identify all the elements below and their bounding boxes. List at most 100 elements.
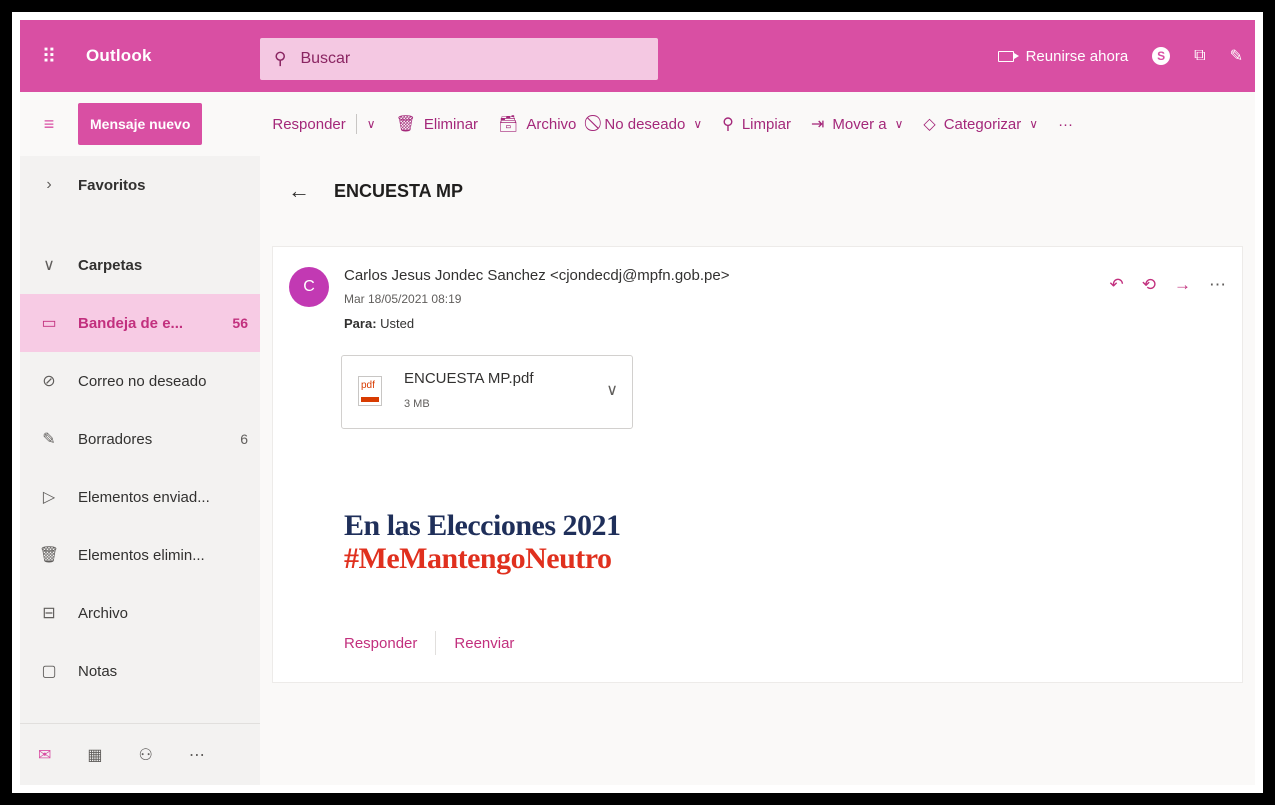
to-do-icon[interactable]: ✎ bbox=[1230, 46, 1243, 66]
reply-command[interactable]: Responder ∨ bbox=[272, 114, 376, 134]
app-launcher-icon[interactable]: ⠿ bbox=[20, 20, 78, 92]
sidebar-item-label: Borradores bbox=[78, 430, 153, 448]
to-label: Para: bbox=[344, 316, 377, 331]
sidebar-item-notes[interactable]: ▢ Notas bbox=[20, 642, 260, 700]
sidebar-item-sent[interactable]: ▷ Elementos enviad... bbox=[20, 468, 260, 526]
broom-icon: ⚲ bbox=[722, 116, 734, 133]
send-icon: ▷ bbox=[42, 489, 56, 506]
search-icon: ⚲ bbox=[274, 49, 287, 68]
avatar[interactable]: C bbox=[289, 267, 329, 307]
forward-icon[interactable]: → bbox=[1174, 275, 1191, 295]
sweep-command[interactable]: ⚲ Limpiar bbox=[722, 114, 791, 134]
subject-bar: ← ENCUESTA MP bbox=[260, 156, 1255, 226]
move-to-command[interactable]: ⇥ Mover a ∨ bbox=[811, 114, 903, 134]
message-subject: ENCUESTA MP bbox=[334, 180, 464, 201]
chevron-down-icon: ∨ bbox=[43, 257, 55, 274]
attachment-size: 3 MB bbox=[404, 398, 430, 410]
search-box[interactable]: ⚲ Buscar bbox=[260, 38, 658, 80]
delete-command[interactable]: 🗑 Eliminar bbox=[396, 114, 479, 134]
meet-now-button[interactable]: Reunirse ahora bbox=[997, 47, 1129, 65]
module-switcher: ✉ ▦ ⚇ ⋯ bbox=[20, 723, 260, 785]
sidebar-item-label: Archivo bbox=[78, 604, 129, 622]
top-bar: ⠿ Outlook ⚲ Buscar Reunirse ahora S ⧉ ✎ bbox=[20, 20, 1255, 92]
chevron-right-icon: › bbox=[46, 176, 52, 193]
message-date: Mar 18/05/2021 08:19 bbox=[344, 292, 462, 306]
reading-pane: ← ENCUESTA MP C Carlos Jesus Jondec Sanc… bbox=[260, 156, 1255, 785]
divider bbox=[435, 631, 437, 655]
mail-icon[interactable]: ✉ bbox=[38, 745, 51, 765]
people-icon[interactable]: ⚇ bbox=[139, 745, 153, 765]
pencil-icon: ✎ bbox=[42, 431, 56, 448]
window-frame: ⠿ Outlook ⚲ Buscar Reunirse ahora S ⧉ ✎ … bbox=[9, 9, 1266, 796]
favorites-label: Favoritos bbox=[78, 176, 146, 194]
sidebar-item-archive[interactable]: ⊟ Archivo bbox=[20, 584, 260, 642]
more-apps-icon[interactable]: ⋯ bbox=[189, 745, 205, 765]
attachment-name: ENCUESTA MP.pdf bbox=[404, 370, 534, 387]
favorites-header[interactable]: › Favoritos bbox=[20, 156, 260, 214]
banner-line-2: #MeMantengoNeutro bbox=[344, 542, 612, 575]
sidebar-item-junk[interactable]: ⊘ Correo no deseado bbox=[20, 352, 260, 410]
hamburger-menu-icon[interactable]: ≡ bbox=[20, 114, 78, 135]
sender-name[interactable]: Carlos Jesus Jondec Sanchez <cjondecdj@m… bbox=[344, 267, 729, 284]
sidebar-item-drafts[interactable]: ✎ Borradores 6 bbox=[20, 410, 260, 468]
chevron-down-icon[interactable]: ∨ bbox=[367, 117, 376, 131]
more-actions-icon[interactable]: ⋯ bbox=[1209, 275, 1226, 295]
delete-label: Eliminar bbox=[423, 115, 479, 133]
banner-line-1: En las Elecciones 2021 bbox=[344, 509, 621, 542]
recipient-line: Para: Usted bbox=[344, 316, 414, 331]
folders-header[interactable]: ∨ Carpetas bbox=[20, 236, 260, 294]
office-icon[interactable]: ⧉ bbox=[1194, 47, 1205, 65]
archive-icon: 🗃 bbox=[498, 116, 519, 133]
message-actions: ↶ ⟲ → ⋯ bbox=[1110, 275, 1227, 295]
note-icon: ▢ bbox=[41, 663, 57, 680]
inbox-icon: ▭ bbox=[41, 315, 57, 332]
to-value: Usted bbox=[380, 316, 415, 331]
sidebar-item-inbox[interactable]: ▭ Bandeja de e... 56 bbox=[20, 294, 260, 352]
draft-count: 6 bbox=[240, 431, 248, 447]
sidebar-item-label: Bandeja de e... bbox=[78, 314, 184, 332]
chevron-down-icon: ∨ bbox=[693, 117, 703, 131]
calendar-icon[interactable]: ▦ bbox=[87, 745, 102, 765]
sidebar-item-label: Notas bbox=[78, 662, 118, 680]
outlook-app: ⠿ Outlook ⚲ Buscar Reunirse ahora S ⧉ ✎ … bbox=[20, 20, 1255, 785]
video-camera-icon bbox=[997, 50, 1019, 62]
archive-icon: ⊟ bbox=[42, 605, 56, 622]
reply-command-label: Responder bbox=[272, 115, 346, 133]
back-arrow-icon[interactable]: ← bbox=[288, 178, 310, 204]
archive-label: Archivo bbox=[526, 115, 577, 133]
separator bbox=[355, 114, 357, 134]
attachment-card[interactable]: pdf ENCUESTA MP.pdf 3 MB ∨ bbox=[341, 355, 633, 429]
sidebar-item-deleted[interactable]: 🗑 Elementos elimin... bbox=[20, 526, 260, 584]
folder-pane: › Favoritos ∨ Carpetas ▭ Bandeja de e...… bbox=[20, 156, 260, 785]
archive-command[interactable]: 🗃 Archivo bbox=[498, 114, 576, 134]
message-body-banner: En las Elecciones 2021 #MeMantengoNeutro bbox=[344, 509, 621, 575]
new-message-button[interactable]: Mensaje nuevo bbox=[78, 103, 203, 145]
meet-now-label: Reunirse ahora bbox=[1025, 47, 1129, 65]
sidebar-item-label: Correo no deseado bbox=[78, 372, 207, 390]
chevron-down-icon[interactable]: ∨ bbox=[606, 380, 618, 400]
reply-link[interactable]: Responder bbox=[344, 635, 417, 652]
message-card: C Carlos Jesus Jondec Sanchez <cjondecdj… bbox=[272, 246, 1243, 683]
forward-link[interactable]: Reenviar bbox=[454, 635, 514, 652]
app-title[interactable]: Outlook bbox=[78, 46, 258, 66]
tag-icon: ◇ bbox=[923, 116, 936, 133]
unread-count: 56 bbox=[232, 315, 248, 331]
top-right-actions: Reunirse ahora S ⧉ ✎ bbox=[997, 20, 1243, 92]
quick-reply-row: Responder Reenviar bbox=[344, 631, 514, 655]
block-icon: ⊘ bbox=[42, 373, 56, 390]
sweep-label: Limpiar bbox=[741, 115, 792, 133]
junk-command[interactable]: ⃠ No deseado ∨ bbox=[596, 115, 702, 133]
categorize-command[interactable]: ◇ Categorizar ∨ bbox=[923, 114, 1038, 134]
skype-icon[interactable]: S bbox=[1152, 47, 1171, 65]
pdf-file-icon: pdf bbox=[358, 376, 382, 406]
reply-all-icon[interactable]: ⟲ bbox=[1142, 275, 1156, 295]
sidebar-item-label: Elementos enviad... bbox=[78, 488, 210, 506]
junk-label: No deseado bbox=[604, 115, 686, 133]
folders-label: Carpetas bbox=[78, 256, 143, 274]
reply-icon[interactable]: ↶ bbox=[1110, 275, 1124, 295]
chevron-down-icon: ∨ bbox=[1029, 117, 1039, 131]
categorize-label: Categorizar bbox=[943, 115, 1022, 133]
more-commands-button[interactable]: ··· bbox=[1058, 116, 1073, 133]
command-bar: ≡ Mensaje nuevo Responder ∨ 🗑 Eliminar 🗃… bbox=[20, 92, 1255, 156]
search-placeholder: Buscar bbox=[300, 50, 351, 67]
